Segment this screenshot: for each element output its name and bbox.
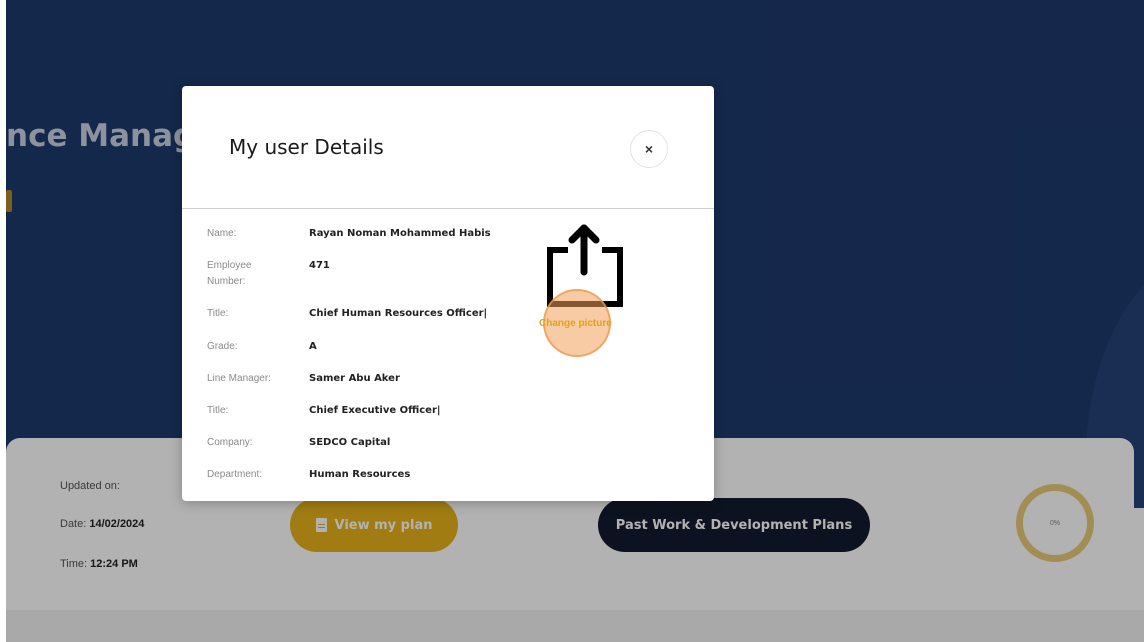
detail-label-title: Title: bbox=[207, 308, 229, 319]
detail-value-company: SEDCO Capital bbox=[309, 437, 391, 448]
detail-label-line-manager: Line Manager: bbox=[207, 373, 271, 384]
detail-label-employee-number: Employee Number: bbox=[207, 260, 252, 287]
detail-label-name: Name: bbox=[207, 228, 237, 239]
detail-value-name: Rayan Noman Mohammed Habis bbox=[309, 228, 491, 239]
detail-value-line-manager: Samer Abu Aker bbox=[309, 373, 400, 384]
close-icon: × bbox=[644, 141, 654, 157]
detail-label-company: Company: bbox=[207, 437, 253, 448]
detail-value-department: Human Resources bbox=[309, 469, 411, 480]
detail-value-employee-number: 471 bbox=[309, 260, 330, 271]
detail-label-department: Department: bbox=[207, 469, 263, 480]
modal-divider bbox=[182, 208, 714, 209]
window-edge bbox=[0, 0, 6, 642]
detail-label-manager-title: Title: bbox=[207, 405, 229, 416]
detail-value-manager-title: Chief Executive Officer| bbox=[309, 405, 441, 416]
change-picture-label[interactable]: Change picture bbox=[539, 318, 612, 329]
detail-label-grade: Grade: bbox=[207, 341, 238, 352]
detail-value-title: Chief Human Resources Officer| bbox=[309, 308, 488, 319]
user-details-modal: My user Details × Name: Rayan Noman Moha… bbox=[182, 86, 714, 501]
modal-title: My user Details bbox=[229, 135, 384, 159]
detail-value-grade: A bbox=[309, 341, 317, 352]
close-button[interactable]: × bbox=[630, 130, 668, 168]
